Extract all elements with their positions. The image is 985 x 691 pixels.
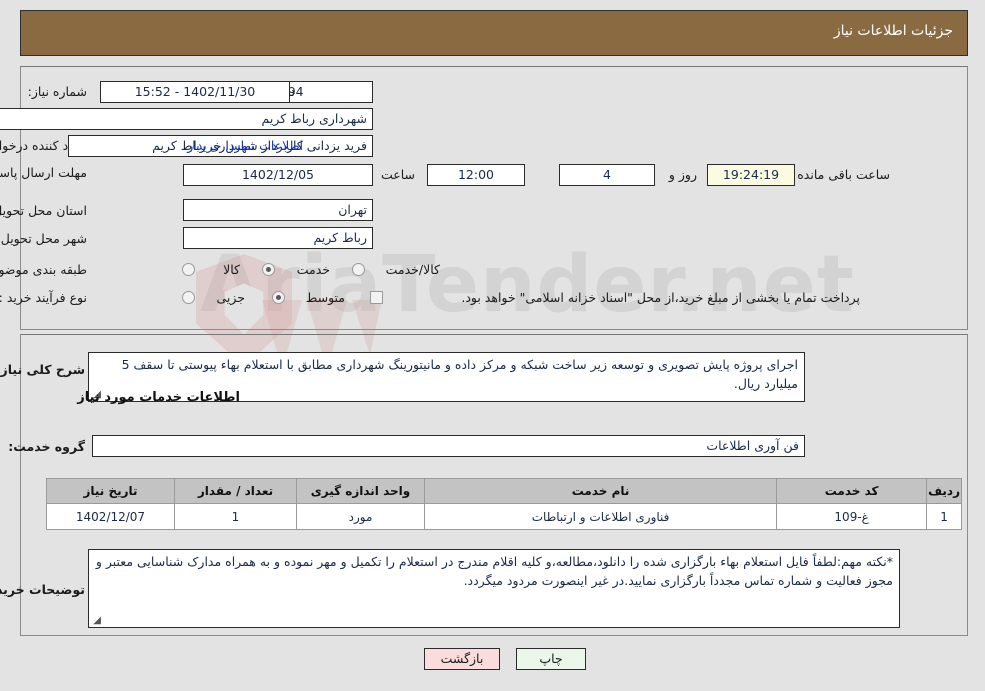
announce-value: 1402/11/30 - 15:52 <box>100 81 290 103</box>
table-header-row: ردیف کد خدمت نام خدمت واحد اندازه گیری ت… <box>46 478 962 504</box>
need-number-label: شماره نیاز: <box>27 84 87 99</box>
radio-process-motevaset-label: متوسط <box>305 290 345 305</box>
radio-process-motevaset[interactable] <box>272 291 285 304</box>
process-label: نوع فرآیند خرید : <box>0 290 87 305</box>
th-date: تاریخ نیاز <box>46 478 175 504</box>
buyer-contact-link[interactable]: اطلاعات تماس خریدار <box>187 138 303 153</box>
cell-unit: مورد <box>296 503 425 530</box>
days-and-label: روز و <box>668 167 697 182</box>
page-title-bar: جزئیات اطلاعات نیاز <box>20 10 968 56</box>
page-root: AriaTender.net جزئیات اطلاعات نیاز شماره… <box>0 0 985 691</box>
print-button[interactable]: چاپ <box>516 648 586 670</box>
radio-category-kala-khedmat[interactable] <box>352 263 365 276</box>
buyer-notes-textarea[interactable]: *نکته مهم:لطفاً فایل استعلام بهاء بارگزا… <box>88 549 900 628</box>
radio-process-jozi-label: جزیی <box>216 290 245 305</box>
cell-name: فناوری اطلاعات و ارتباطات <box>423 503 778 530</box>
cell-date: 1402/12/07 <box>46 503 175 530</box>
hour-value: 12:00 <box>427 164 525 186</box>
radio-process-jozi[interactable] <box>182 291 195 304</box>
th-row: ردیف <box>926 478 962 504</box>
buyer-org-value: شهرداری رباط کریم <box>0 108 373 130</box>
province-value: تهران <box>183 199 373 221</box>
time-remaining-label: ساعت باقی مانده <box>797 167 890 182</box>
cell-code: غ-109 <box>776 503 928 530</box>
services-table: ردیف کد خدمت نام خدمت واحد اندازه گیری ت… <box>46 478 962 530</box>
cell-row: 1 <box>926 503 962 530</box>
radio-category-khedmat-label: خدمت <box>296 262 330 277</box>
radio-category-kala-label: کالا <box>223 262 240 277</box>
th-unit: واحد اندازه گیری <box>296 478 425 504</box>
service-group-label: گروه خدمت: <box>8 439 85 454</box>
buyer-notes-label: توضیحات خریدار: <box>0 582 85 597</box>
city-label: شهر محل تحویل: <box>0 231 87 246</box>
treasury-checkbox-label: پرداخت تمام یا بخشی از مبلغ خرید،از محل … <box>461 290 860 305</box>
th-name: نام خدمت <box>423 478 778 504</box>
buyer-notes-value: *نکته مهم:لطفاً فایل استعلام بهاء بارگزا… <box>95 554 893 588</box>
deadline-label-line1: مهلت ارسال پاسخ: تا تاریخ: <box>0 165 87 180</box>
deadline-date-value: 1402/12/05 <box>183 164 373 186</box>
resize-grip-icon-notes[interactable]: ◢ <box>91 616 101 626</box>
city-value: رباط کریم <box>183 227 373 249</box>
th-code: کد خدمت <box>776 478 928 504</box>
radio-category-kala[interactable] <box>182 263 195 276</box>
province-label: استان محل تحویل: <box>0 203 87 218</box>
cell-qty: 1 <box>174 503 297 530</box>
hour-label: ساعت <box>380 167 415 182</box>
time-remaining-value: 19:24:19 <box>707 164 795 186</box>
service-group-value: فن آوری اطلاعات <box>92 435 805 457</box>
table-row: 1 غ-109 فناوری اطلاعات و ارتباطات مورد 1… <box>46 503 962 530</box>
radio-category-khedmat[interactable] <box>262 263 275 276</box>
back-button[interactable]: بازگشت <box>424 648 500 670</box>
services-section-heading: اطلاعات خدمات مورد نیاز <box>77 390 240 405</box>
radio-category-kala-khedmat-label: کالا/خدمت <box>385 262 440 277</box>
page-title: جزئیات اطلاعات نیاز <box>833 23 953 39</box>
days-remaining-value: 4 <box>559 164 655 186</box>
category-label: طبقه بندی موضوعی: <box>0 262 87 277</box>
description-value: اجرای پروژه پایش تصویری و توسعه زیر ساخت… <box>121 357 798 391</box>
description-label: شرح کلی نیاز: <box>0 362 85 377</box>
treasury-checkbox[interactable] <box>370 291 383 304</box>
th-qty: تعداد / مقدار <box>174 478 297 504</box>
